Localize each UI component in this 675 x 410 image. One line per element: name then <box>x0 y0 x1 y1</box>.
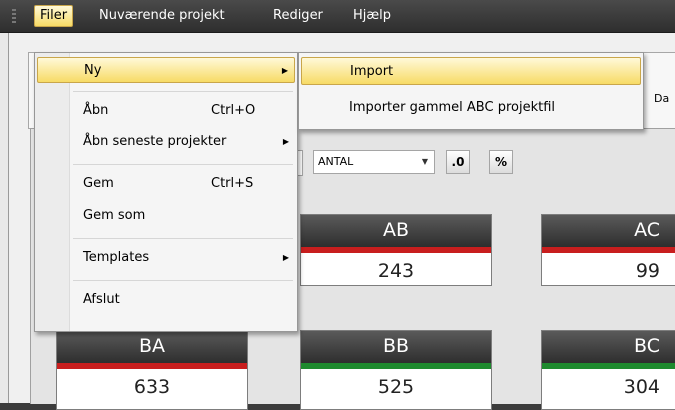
menu-item-label: Afslut <box>83 292 120 307</box>
tile-label: BA <box>57 331 247 363</box>
menu-filer[interactable]: Filer <box>34 5 74 27</box>
menu-item-label: Åbn <box>83 103 109 118</box>
tile-ba[interactable]: BA 633 <box>56 330 248 410</box>
menu-item-importer-gammel[interactable]: Importer gammel ABC projektfil <box>301 95 641 121</box>
menu-separator <box>73 91 293 92</box>
dropdown-arrow-icon: ▼ <box>421 157 428 166</box>
tile-label: BC <box>542 331 675 363</box>
menu-item-label: Gem <box>83 176 114 191</box>
decimal-button[interactable]: .0 <box>446 150 470 174</box>
new-submenu: Import Importer gammel ABC projektfil <box>298 52 644 130</box>
percent-button[interactable]: % <box>489 150 513 174</box>
menu-item-label: Åbn seneste projekter <box>83 134 227 149</box>
tile-status-bar <box>57 363 247 369</box>
tile-ab[interactable]: AB 243 <box>300 214 492 286</box>
menu-hjaelp[interactable]: Hjælp <box>348 6 396 26</box>
menu-nuvaerende-projekt[interactable]: Nuværende projekt <box>94 6 230 26</box>
measure-select-value: ANTAL <box>318 155 354 168</box>
tile-status-bar <box>301 247 491 253</box>
tile-status-bar <box>542 247 675 253</box>
tile-status-bar <box>301 363 491 369</box>
menubar: Filer Nuværende projekt Rediger Hjælp <box>0 0 675 33</box>
menu-item-label: Importer gammel ABC projektfil <box>349 100 556 115</box>
submenu-arrow-icon: ▶ <box>282 137 289 146</box>
menu-item-aabn-seneste[interactable]: Åbn seneste projekter ▶ <box>37 129 295 155</box>
tile-ac[interactable]: AC 99 <box>541 214 675 286</box>
menu-item-label: Templates <box>83 250 150 265</box>
tile-value: 633 <box>133 376 171 398</box>
menu-item-shortcut: Ctrl+O <box>211 103 256 118</box>
menubar-grip[interactable] <box>12 9 16 24</box>
menu-separator <box>73 164 293 165</box>
menu-item-gem[interactable]: Gem Ctrl+S <box>37 171 295 197</box>
ribbon-partial-label: Da <box>654 92 670 105</box>
tile-value: 304 <box>623 376 660 398</box>
menu-item-gem-som[interactable]: Gem som <box>37 203 295 229</box>
menu-item-label: Import <box>350 64 394 79</box>
menu-item-afslut[interactable]: Afslut <box>37 287 295 313</box>
menu-item-templates[interactable]: Templates ▶ <box>37 245 295 271</box>
tile-label: AB <box>301 215 491 247</box>
measure-select[interactable]: ANTAL ▼ <box>313 150 435 174</box>
menu-item-ny[interactable]: Ny ▶ <box>37 57 295 83</box>
tile-label: AC <box>542 215 675 247</box>
submenu-arrow-icon: ▶ <box>281 66 288 75</box>
tile-label: BB <box>301 331 491 363</box>
tile-status-bar <box>542 363 675 369</box>
menu-item-import[interactable]: Import <box>301 57 641 85</box>
menu-item-shortcut: Ctrl+S <box>211 176 254 191</box>
menu-item-label: Gem som <box>83 208 146 223</box>
menu-rediger[interactable]: Rediger <box>268 6 328 26</box>
tile-value: 243 <box>377 260 415 282</box>
tile-value: 525 <box>377 376 415 398</box>
menu-item-aabn[interactable]: Åbn Ctrl+O <box>37 98 295 124</box>
submenu-arrow-icon: ▶ <box>282 253 289 262</box>
menu-separator <box>73 280 293 281</box>
menu-separator <box>73 238 293 239</box>
tile-bb[interactable]: BB 525 <box>300 330 492 410</box>
tile-bc[interactable]: BC 304 <box>541 330 675 410</box>
menu-item-label: Ny <box>84 63 102 78</box>
tile-value: 99 <box>635 260 660 282</box>
file-menu: Ny ▶ Åbn Ctrl+O Åbn seneste projekter ▶ … <box>34 52 298 332</box>
